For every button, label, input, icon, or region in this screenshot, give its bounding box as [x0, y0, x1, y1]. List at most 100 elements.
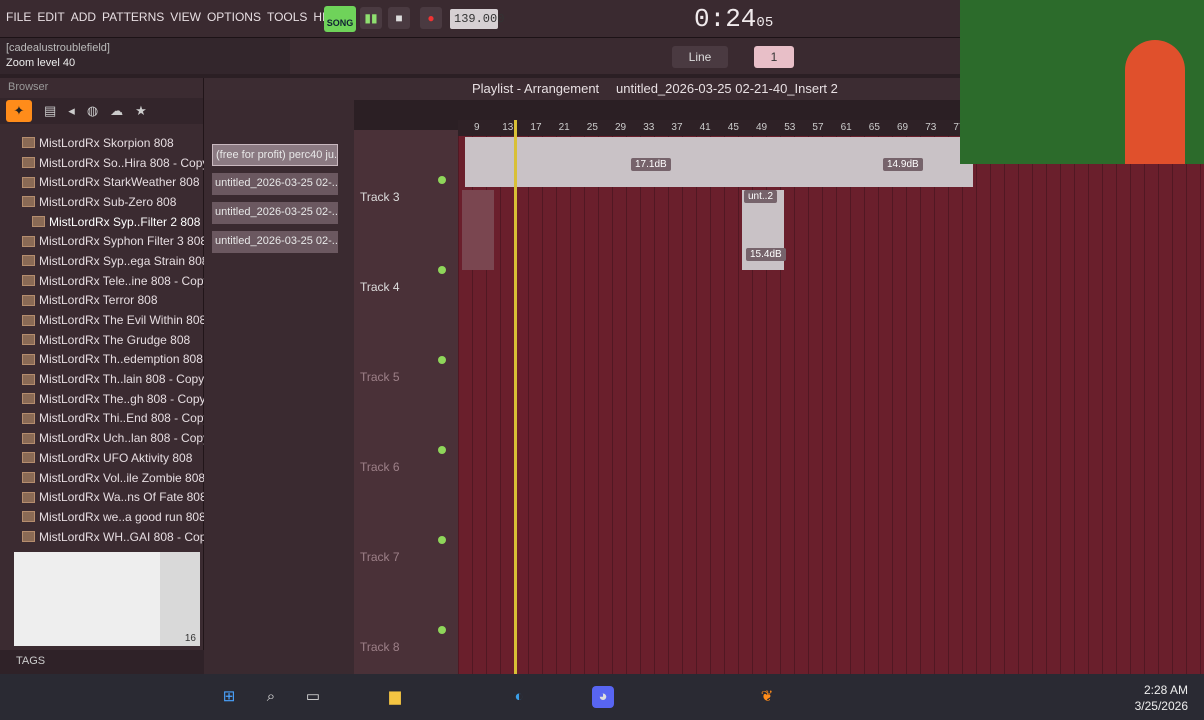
- waveform-preview: [160, 552, 200, 646]
- preview-badge: 16: [184, 633, 196, 644]
- file-item-label: MistLordRx Syp..Filter 2 808: [49, 214, 201, 229]
- file-item[interactable]: MistLordRx Syp..ega Strain 808: [22, 251, 208, 271]
- track-name[interactable]: Track 5: [360, 370, 400, 384]
- time-main: 0:24: [694, 4, 757, 34]
- tempo-display[interactable]: 139.000: [450, 9, 504, 29]
- file-item[interactable]: MistLordRx Syp..Filter 2 808: [22, 212, 202, 232]
- browser-toolbar: ✦ ▤ ◂ ◍ ☁ ★: [0, 98, 203, 124]
- tags-label[interactable]: TAGS: [0, 650, 204, 674]
- track-name[interactable]: Track 7: [360, 550, 400, 564]
- file-item[interactable]: MistLordRx Vol..ile Zombie 808: [22, 468, 206, 488]
- browser-plugins-icon[interactable]: ◂: [68, 103, 75, 119]
- audio-clip-insert[interactable]: unt..2 15.4dB: [742, 190, 786, 270]
- audio-clip-small[interactable]: [462, 190, 494, 270]
- playlist-breadcrumb: untitled_2026-03-25 02-21-40_Insert 2: [616, 81, 838, 96]
- stop-icon[interactable]: ■: [388, 7, 410, 29]
- browser-star-icon[interactable]: ★: [135, 103, 147, 119]
- file-item[interactable]: MistLordRx So..Hira 808 - Copy: [22, 153, 208, 173]
- pattern-item[interactable]: untitled_2026-03-25 02-..: [212, 173, 338, 195]
- file-item-label: MistLordRx Tele..ine 808 - Copy: [39, 273, 210, 288]
- fl-studio-icon[interactable]: ❦: [756, 686, 778, 708]
- menu-options[interactable]: OPTIONS: [207, 10, 261, 24]
- file-item[interactable]: MistLordRx The..gh 808 - Copy: [22, 389, 206, 409]
- hint-user: [cadealustroublefield]: [6, 42, 110, 54]
- audio-file-icon: [22, 491, 35, 503]
- menu-add[interactable]: ADD: [71, 10, 96, 24]
- discord-icon[interactable]: ◕: [592, 686, 614, 708]
- track-mute-led[interactable]: [438, 626, 446, 634]
- audio-file-icon: [22, 196, 35, 208]
- browser-files-icon[interactable]: ▤: [44, 103, 56, 119]
- file-item-label: MistLordRx StarkWeather 808: [39, 175, 200, 190]
- file-item[interactable]: MistLordRx Th..edemption 808: [22, 350, 203, 370]
- pattern-item[interactable]: (free for profit) perc40 ju..: [212, 144, 338, 166]
- track-mute-led[interactable]: [438, 266, 446, 274]
- browser-web-icon[interactable]: ◍: [87, 103, 98, 119]
- track-mute-led[interactable]: [438, 446, 446, 454]
- menu-file[interactable]: FILE: [6, 10, 31, 24]
- step-input[interactable]: 1: [754, 46, 794, 68]
- file-item[interactable]: MistLordRx Uch..lan 808 - Copy: [22, 428, 209, 448]
- file-item[interactable]: MistLordRx Wa..ns Of Fate 808: [22, 487, 207, 507]
- browser-all-icon[interactable]: ✦: [6, 100, 32, 122]
- file-item-label: MistLordRx WH..GAI 808 - Copy: [39, 529, 213, 544]
- webcam-person: [1125, 40, 1185, 164]
- file-explorer-icon[interactable]: ▆: [384, 686, 406, 708]
- clip-title-c: unt..2: [744, 190, 778, 203]
- record-icon[interactable]: ●: [420, 7, 442, 29]
- audio-file-icon: [22, 314, 35, 326]
- start-icon[interactable]: ⊞: [218, 686, 240, 708]
- task-view-icon[interactable]: ▭: [302, 686, 324, 708]
- snap-select[interactable]: Line: [672, 46, 728, 68]
- audio-clip-main[interactable]: 17.1dB 14.9dB: [465, 137, 973, 187]
- track-name[interactable]: Track 4: [360, 280, 400, 294]
- track-mute-led[interactable]: [438, 536, 446, 544]
- file-item[interactable]: MistLordRx Thi..End 808 - Copy: [22, 409, 210, 429]
- file-item[interactable]: MistLordRx The Evil Within 808: [22, 310, 206, 330]
- file-item-label: MistLordRx Uch..lan 808 - Copy: [39, 431, 210, 446]
- menu-patterns[interactable]: PATTERNS: [102, 10, 164, 24]
- ruler-tick: 65: [868, 122, 880, 133]
- audio-file-icon: [22, 235, 35, 247]
- pattern-item[interactable]: untitled_2026-03-25 02-..: [212, 231, 338, 253]
- play-icon[interactable]: ▮▮: [360, 7, 382, 29]
- file-item-label: MistLordRx Sub-Zero 808: [39, 194, 177, 209]
- file-item[interactable]: MistLordRx Skorpion 808: [22, 133, 202, 153]
- file-item[interactable]: MistLordRx Th..lain 808 - Copy: [22, 369, 204, 389]
- system-clock[interactable]: 2:28 AM 3/25/2026: [1135, 682, 1188, 714]
- track-name[interactable]: Track 8: [360, 640, 400, 654]
- track-name[interactable]: Track 6: [360, 460, 400, 474]
- file-item-label: MistLordRx Wa..ns Of Fate 808: [39, 490, 207, 505]
- menu-view[interactable]: VIEW: [170, 10, 201, 24]
- playhead[interactable]: [514, 120, 517, 674]
- playlist-grid[interactable]: [458, 136, 1204, 674]
- track-mute-led[interactable]: [438, 176, 446, 184]
- file-item-label: MistLordRx Vol..ile Zombie 808: [39, 470, 206, 485]
- time-sub: 05: [756, 15, 774, 31]
- search-icon[interactable]: ⌕: [260, 686, 282, 708]
- browser-cloud-icon[interactable]: ☁: [110, 103, 123, 119]
- track-name[interactable]: Track 3: [360, 190, 400, 204]
- file-item[interactable]: MistLordRx UFO Aktivity 808: [22, 448, 202, 468]
- file-list: MistLordRx Skorpion 808 MistLordRx So..Hi…: [22, 133, 212, 547]
- menu-tools[interactable]: TOOLS: [267, 10, 307, 24]
- file-item[interactable]: MistLordRx The Grudge 808: [22, 330, 202, 350]
- sample-preview[interactable]: 16: [14, 552, 200, 646]
- ruler-tick: 9: [474, 122, 480, 133]
- file-item[interactable]: MistLordRx Tele..ine 808 - Copy: [22, 271, 210, 291]
- file-item-label: MistLordRx Syphon Filter 3 808: [39, 234, 208, 249]
- song-mode-button[interactable]: SONG: [324, 6, 356, 32]
- edge-icon[interactable]: ◐: [508, 686, 530, 708]
- hint-status: Zoom level 40: [6, 57, 76, 69]
- menu-edit[interactable]: EDIT: [37, 10, 64, 24]
- track-mute-led[interactable]: [438, 356, 446, 364]
- pattern-item[interactable]: untitled_2026-03-25 02-..: [212, 202, 338, 224]
- file-item[interactable]: MistLordRx StarkWeather 808: [22, 172, 202, 192]
- file-item[interactable]: MistLordRx we..a good run 808: [22, 507, 206, 527]
- file-item[interactable]: MistLordRx Terror 808: [22, 291, 202, 311]
- file-item[interactable]: MistLordRx Sub-Zero 808: [22, 192, 202, 212]
- file-item[interactable]: MistLordRx WH..GAI 808 - Copy: [22, 527, 212, 547]
- ruler-tick: 73: [925, 122, 937, 133]
- ruler-tick: 69: [897, 122, 909, 133]
- file-item[interactable]: MistLordRx Syphon Filter 3 808: [22, 231, 207, 251]
